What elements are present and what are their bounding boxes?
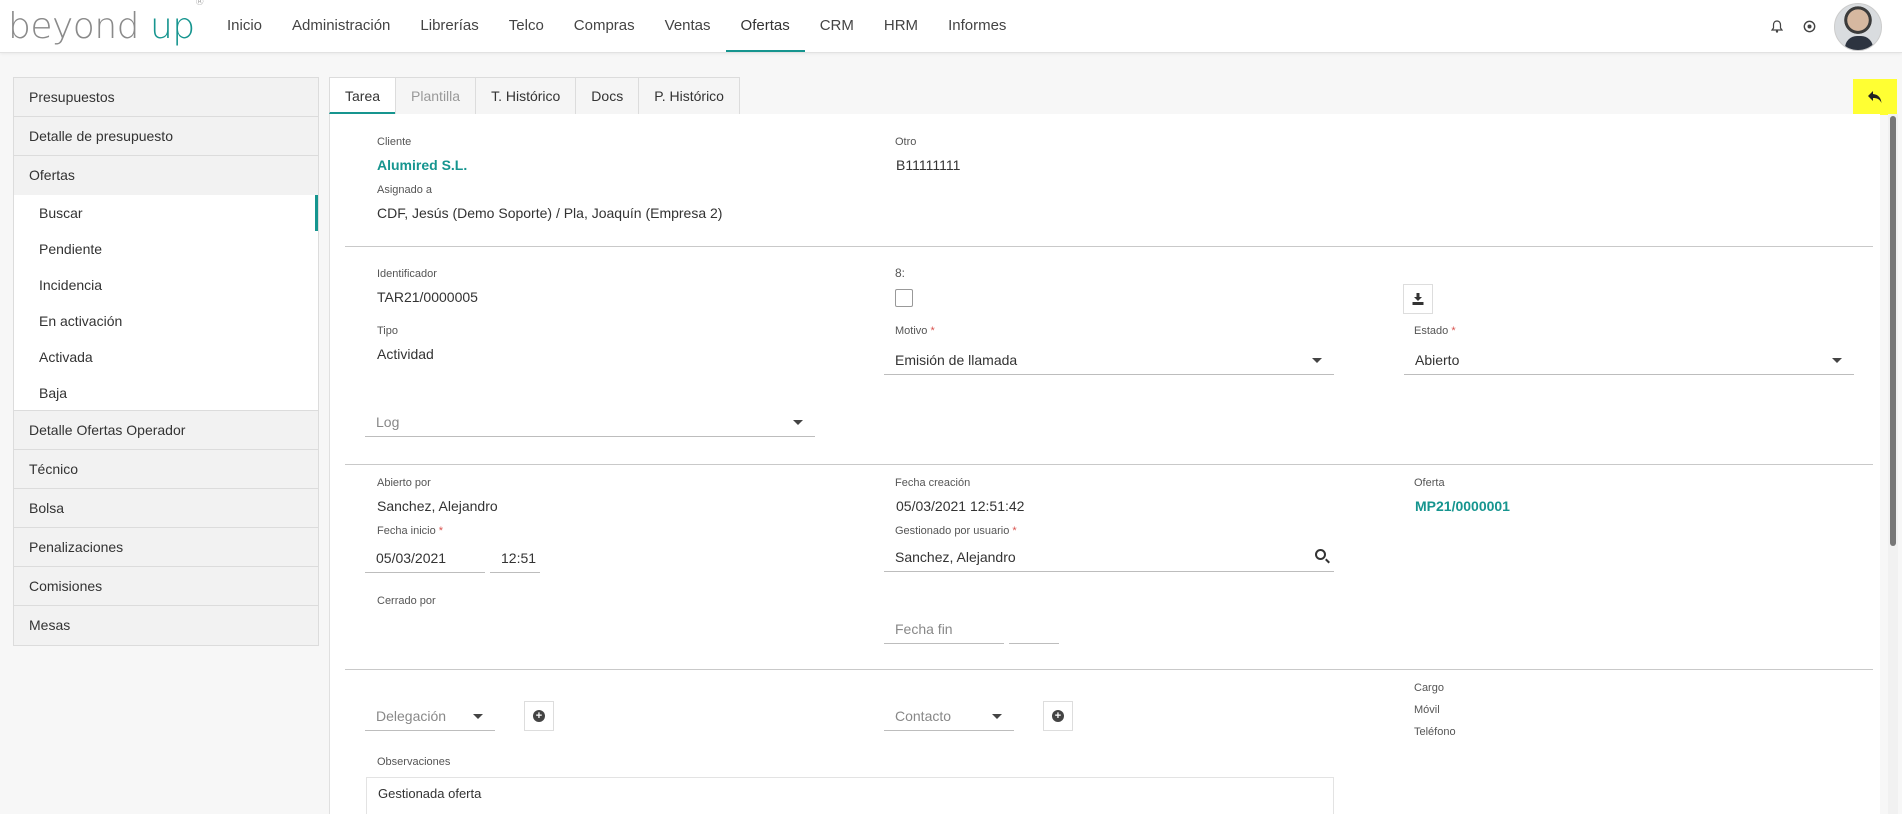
motivo-label: Motivo * [895,325,935,337]
sidebar-item-en-activacion[interactable]: En activación [14,303,318,339]
asignado-value: CDF, Jesús (Demo Soporte) / Pla, Joaquín… [377,205,723,221]
fecha-creacion-label: Fecha creación [895,477,971,489]
add-contacto-button[interactable]: + [1043,701,1073,731]
sidebar-item-baja[interactable]: Baja [14,375,318,411]
otro-label: Otro [895,136,917,148]
identificador-label: Identificador [377,268,437,280]
main-nav: Inicio Administración Librerías Telco Co… [212,0,1021,52]
gestionado-label: Gestionado por usuario * [895,525,1017,537]
observaciones-textarea[interactable]: Gestionada oferta [366,777,1334,814]
sidebar-item-incidencia[interactable]: Incidencia [14,267,318,303]
section-divider [345,669,1873,670]
reply-icon [1868,91,1882,103]
sidebar-item-penalizaciones[interactable]: Penalizaciones [14,528,318,567]
telefono-label: Teléfono [1414,726,1456,738]
motivo-select[interactable]: Emisión de llamada [884,345,1334,375]
fecha-inicio-time-input[interactable]: 12:51 [490,543,540,573]
sidebar-item-detalle-ofertas-operador[interactable]: Detalle Ofertas Operador [14,411,318,450]
tab-bar: Tarea Plantilla T. Histórico Docs P. His… [329,77,740,114]
sidebar-item-tecnico[interactable]: Técnico [14,450,318,489]
abierto-por-value: Sanchez, Alejandro [377,498,498,514]
sidebar-item-presupuestos[interactable]: Presupuestos [14,78,318,117]
tab-t-historico[interactable]: T. Histórico [475,77,577,114]
settings-circle-icon[interactable] [1802,20,1816,34]
top-navbar: beyond up® Inicio Administración Librerí… [0,0,1902,53]
sidebar-item-comisiones[interactable]: Comisiones [14,567,318,606]
tipo-label: Tipo [377,325,398,337]
movil-label: Móvil [1414,704,1440,716]
oferta-link[interactable]: MP21/0000001 [1415,498,1510,514]
nav-informes[interactable]: Informes [933,0,1021,52]
sidebar-item-detalle-presupuesto[interactable]: Detalle de presupuesto [14,117,318,156]
tab-docs[interactable]: Docs [575,77,640,114]
bell-icon[interactable] [1770,20,1784,34]
identificador-value: TAR21/0000005 [377,289,478,305]
observaciones-label: Observaciones [377,756,451,768]
estado-select[interactable]: Abierto [1404,345,1854,375]
nav-ventas[interactable]: Ventas [650,0,726,52]
sidebar-item-bolsa[interactable]: Bolsa [14,489,318,528]
chevron-down-icon [473,714,483,719]
oferta-label: Oferta [1414,477,1445,489]
otro-value: B11111111 [896,157,961,173]
sidebar: Presupuestos Detalle de presupuesto Ofer… [13,77,319,646]
chevron-down-icon [1832,358,1842,363]
section-divider [345,464,1873,465]
chevron-down-icon [793,420,803,425]
delegacion-select[interactable]: Delegación [365,701,495,731]
sidebar-item-ofertas[interactable]: Ofertas [14,156,318,195]
download-button[interactable] [1403,284,1433,314]
top-icons [1770,0,1882,53]
tab-p-historico[interactable]: P. Histórico [638,77,740,114]
log-select[interactable]: Log [365,407,815,437]
chevron-down-icon [1312,358,1322,363]
nav-telco[interactable]: Telco [494,0,559,52]
cliente-label: Cliente [377,136,412,148]
tab-tarea[interactable]: Tarea [329,77,397,114]
fecha-inicio-date-input[interactable]: 05/03/2021 [365,543,485,573]
sidebar-item-buscar[interactable]: Buscar [14,195,318,231]
search-icon[interactable] [1315,549,1326,560]
nav-hrm[interactable]: HRM [869,0,933,52]
cliente-link[interactable]: Alumired S.L. [377,157,467,173]
sidebar-item-pendiente[interactable]: Pendiente [14,231,318,267]
nav-librerias[interactable]: Librerías [405,0,493,52]
brand-logo[interactable]: beyond up® [8,0,205,47]
section-divider [345,246,1873,247]
estado-label: Estado * [1414,325,1456,337]
gestionado-search-input[interactable]: Sanchez, Alejandro [884,542,1334,572]
nav-administracion[interactable]: Administración [277,0,405,52]
fecha-fin-time-input[interactable] [1009,614,1059,644]
nav-crm[interactable]: CRM [805,0,869,52]
plus-circle-icon: + [533,710,545,722]
fecha-fin-input[interactable]: Fecha fin [884,614,1004,644]
fecha-creacion-value: 05/03/2021 12:51:42 [896,498,1025,514]
s-checkbox[interactable] [895,289,913,307]
avatar[interactable] [1834,2,1882,51]
tab-plantilla[interactable]: Plantilla [395,77,477,114]
back-button[interactable] [1853,79,1897,115]
scrollbar-thumb[interactable] [1890,116,1896,546]
nav-compras[interactable]: Compras [559,0,650,52]
nav-ofertas[interactable]: Ofertas [725,0,805,52]
sidebar-item-mesas[interactable]: Mesas [14,606,318,645]
sidebar-item-activada[interactable]: Activada [14,339,318,375]
fecha-inicio-label: Fecha inicio * [377,525,444,537]
asignado-label: Asignado a [377,184,433,196]
abierto-por-label: Abierto por [377,477,431,489]
add-delegacion-button[interactable]: + [524,701,554,731]
nav-inicio[interactable]: Inicio [212,0,277,52]
chevron-down-icon [992,714,1002,719]
cargo-label: Cargo [1414,682,1444,694]
tipo-value: Actividad [377,346,434,362]
download-icon [1412,293,1424,305]
vertical-scrollbar[interactable] [1888,114,1898,814]
plus-circle-icon: + [1052,710,1064,722]
contacto-select[interactable]: Contacto [884,701,1014,731]
s-label: 8: [895,266,906,280]
cerrado-por-label: Cerrado por [377,595,436,607]
